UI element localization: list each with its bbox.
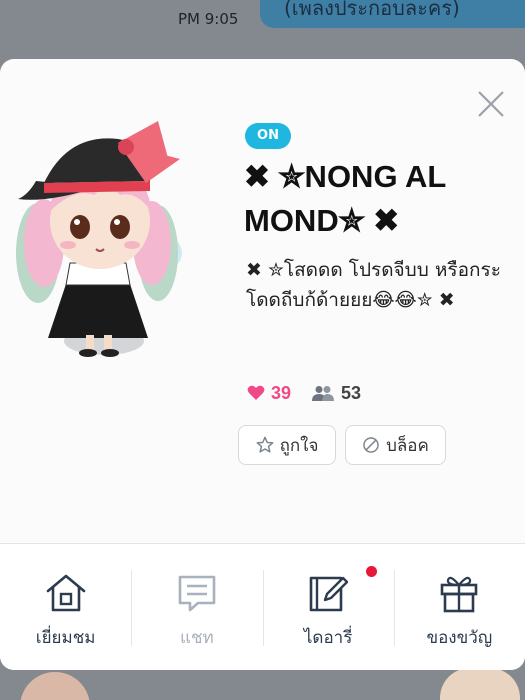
block-button-label: บล็อค [386, 435, 429, 456]
nav-label-visit: เยี่ยมชม [35, 628, 96, 648]
online-status-badge: ON [245, 123, 291, 149]
home-icon [43, 570, 89, 616]
nav-label-gift: ของขวัญ [426, 628, 493, 648]
nav-label-chat: แชท [180, 628, 214, 648]
chat-icon [174, 570, 220, 616]
status-message: ✖ ✮โสดดด โปรดจีบบ หรือกระโดดถีบก้ด้ายยย😂… [246, 259, 501, 311]
bottom-nav: เยี่ยมชม แชท ไดอารี่ ของขวัญ [0, 543, 525, 670]
block-button[interactable]: บล็อค [345, 425, 446, 465]
block-icon [363, 437, 379, 453]
like-button[interactable]: ถูกใจ [238, 425, 336, 465]
new-indicator-dot [365, 566, 377, 577]
chat-timestamp: PM 9:05 [178, 10, 239, 28]
nav-item-diary[interactable]: ไดอารี่ [262, 544, 394, 670]
profile-stats: 39 53 [247, 381, 361, 405]
gift-icon [436, 570, 482, 616]
friends-count: 53 [341, 382, 362, 403]
likes-count: 39 [271, 382, 292, 403]
diary-icon [305, 570, 351, 616]
star-icon [256, 436, 274, 453]
background-avatar-left [20, 672, 90, 700]
profile-name: ✖ ✮NONG AL MOND✮ ✖ [244, 159, 446, 238]
chat-bubble: (เพลงประกอบละคร) [260, 0, 525, 28]
background-avatar-right [440, 668, 520, 700]
profile-card: ON ✖ ✮NONG AL MOND✮ ✖ ✖ ✮โสดดด โปรดจีบบ … [0, 59, 525, 670]
nav-item-visit[interactable]: เยี่ยมชม [0, 544, 131, 670]
close-icon [478, 91, 504, 117]
nav-label-diary: ไดอารี่ [303, 628, 353, 648]
like-button-label: ถูกใจ [279, 435, 319, 456]
close-button[interactable] [472, 85, 510, 123]
nav-item-chat[interactable]: แชท [131, 544, 262, 670]
heart-icon [247, 385, 265, 401]
avatar [8, 103, 198, 373]
friends-icon [311, 385, 335, 401]
nav-item-gift[interactable]: ของขวัญ [393, 544, 525, 670]
